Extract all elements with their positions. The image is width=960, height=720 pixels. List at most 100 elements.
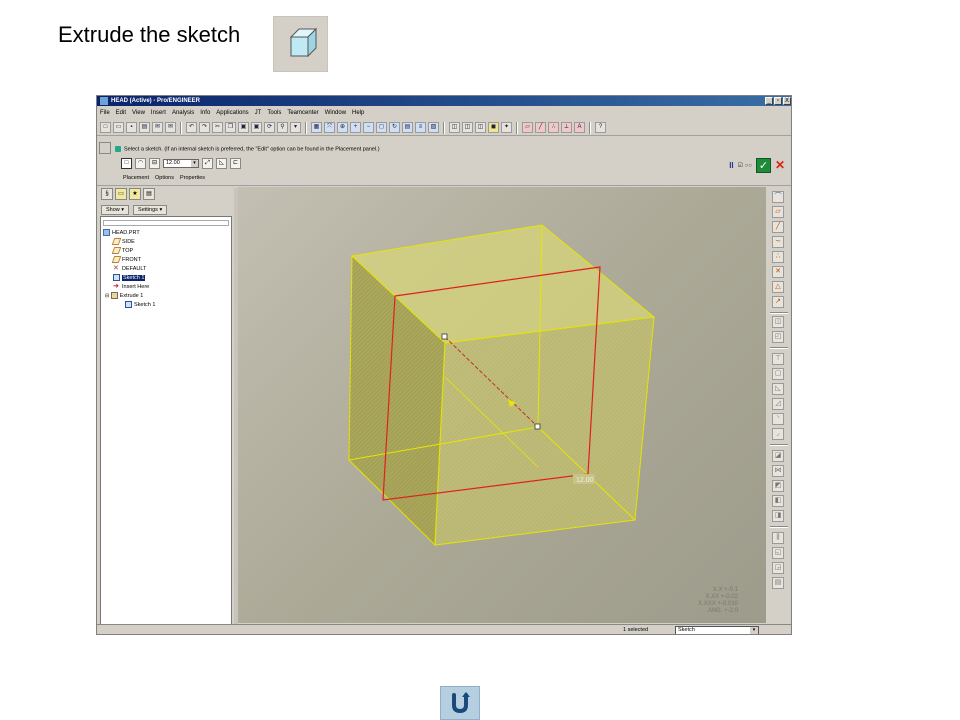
round-tool-icon[interactable]: ◝ <box>772 413 784 425</box>
select-filter-icon[interactable]: ▾ <box>290 122 301 133</box>
menu-teamcenter[interactable]: Teamcenter <box>287 110 318 116</box>
open-file-icon[interactable]: ▭ <box>113 122 124 133</box>
tree-item-extrude-1[interactable]: ⊟ Extrude 1 <box>103 292 229 301</box>
refit-icon[interactable]: ◻ <box>376 122 387 133</box>
tab-placement[interactable]: Placement <box>123 175 149 181</box>
thicken-sketch-icon[interactable]: ⊏ <box>230 158 241 169</box>
print-icon[interactable]: ▤ <box>139 122 150 133</box>
datum-csys-tool-icon[interactable]: ✕ <box>772 266 784 278</box>
model-tree-tab-icon[interactable]: § <box>101 188 113 200</box>
datum-offset-icon[interactable]: ↗ <box>772 296 784 308</box>
menu-jt[interactable]: JT <box>255 110 262 116</box>
draft-tool-icon[interactable]: ◿ <box>772 398 784 410</box>
thicken-icon[interactable]: ◱ <box>772 547 784 559</box>
preview-toggle-icon[interactable]: ☑ ○○ <box>738 162 752 169</box>
annotations-icon[interactable]: A <box>574 122 585 133</box>
layers-icon[interactable]: ≡ <box>415 122 426 133</box>
repaint-icon[interactable]: ▦ <box>311 122 322 133</box>
menu-edit[interactable]: Edit <box>116 110 126 116</box>
settings-menu-button[interactable]: Settings ▾ <box>133 205 168 215</box>
datum-planes-icon[interactable]: ▱ <box>522 122 533 133</box>
tree-item-head-prt[interactable]: HEAD.PRT <box>103 229 229 238</box>
extrude-solid-icon[interactable]: □ <box>121 158 132 169</box>
tree-item-side[interactable]: SIDE <box>103 238 229 247</box>
table-icon[interactable]: ▤ <box>772 577 784 589</box>
email-link-icon[interactable]: ✉ <box>165 122 176 133</box>
datum-analysis-icon[interactable]: △ <box>772 281 784 293</box>
menu-window[interactable]: Window <box>325 110 346 116</box>
menu-view[interactable]: View <box>132 110 145 116</box>
hole-tool-icon[interactable]: ⊤ <box>772 353 784 365</box>
pause-icon[interactable]: II <box>729 161 733 170</box>
sketch-tool-icon[interactable]: ⌒ <box>772 191 784 203</box>
chevron-down-icon[interactable]: ▾ <box>191 160 198 167</box>
tab-properties[interactable]: Properties <box>180 175 205 181</box>
email-icon[interactable]: ✉ <box>152 122 163 133</box>
depth-value-field[interactable]: 12.00 ▾ <box>163 159 199 168</box>
tree-item-default[interactable]: ✕ DEFAULT <box>103 265 229 274</box>
saved-views-icon[interactable]: ▤ <box>402 122 413 133</box>
depth-option-icon[interactable]: ⊟ <box>149 158 160 169</box>
enhanced-realism-icon[interactable]: ✦ <box>501 122 512 133</box>
reorient-icon[interactable]: ↻ <box>389 122 400 133</box>
datum-point-tool-icon[interactable]: ∴ <box>772 251 784 263</box>
dashboard-mode-icon[interactable] <box>99 142 111 154</box>
zoom-out-icon[interactable]: − <box>363 122 374 133</box>
accept-button[interactable]: ✓ <box>755 158 771 173</box>
paste-special-icon[interactable]: ▣ <box>251 122 262 133</box>
menu-info[interactable]: Info <box>200 110 210 116</box>
solidify-icon[interactable]: ◲ <box>772 562 784 574</box>
back-button[interactable] <box>440 686 480 720</box>
shell-tool-icon[interactable]: ▢ <box>772 368 784 380</box>
chamfer-tool-icon[interactable]: ◞ <box>772 428 784 440</box>
maximize-button[interactable]: ▫ <box>774 97 782 105</box>
hidden-line-icon[interactable]: ◫ <box>462 122 473 133</box>
save-icon[interactable]: ▪ <box>126 122 137 133</box>
datum-axes-icon[interactable]: ╱ <box>535 122 546 133</box>
datum-curve-tool-icon[interactable]: ∼ <box>772 236 784 248</box>
dimension-label[interactable]: 12.00 <box>576 477 594 484</box>
tree-item-insert-here[interactable]: ➔ Insert Here <box>103 283 229 292</box>
wireframe-icon[interactable]: ◫ <box>449 122 460 133</box>
cut-icon[interactable]: ✂ <box>212 122 223 133</box>
tree-item-extrude-sketch[interactable]: Sketch 1 <box>103 301 229 310</box>
datum-points-icon[interactable]: ∴ <box>548 122 559 133</box>
shading-icon[interactable]: ◼ <box>488 122 499 133</box>
graphics-window[interactable]: 12.00 X.X +-0.1 X.XX +-0.02 X.XXX +-0.01… <box>238 187 766 623</box>
chevron-down-icon[interactable]: ▾ <box>750 627 758 634</box>
no-hidden-icon[interactable]: ◫ <box>475 122 486 133</box>
menu-analysis[interactable]: Analysis <box>172 110 194 116</box>
paste-icon[interactable]: ▣ <box>238 122 249 133</box>
rib-tool-icon[interactable]: ◺ <box>772 383 784 395</box>
menu-tools[interactable]: Tools <box>267 110 281 116</box>
redo-icon[interactable]: ↷ <box>199 122 210 133</box>
pattern-icon[interactable]: ⫼ <box>772 532 784 544</box>
context-help-icon[interactable]: ? <box>595 122 606 133</box>
folder-browser-tab-icon[interactable]: ▭ <box>115 188 127 200</box>
zoom-in-icon[interactable]: + <box>350 122 361 133</box>
close-button[interactable]: X <box>783 97 791 105</box>
trim-icon[interactable]: ◧ <box>772 495 784 507</box>
menu-help[interactable]: Help <box>352 110 364 116</box>
favorites-tab-icon[interactable]: ★ <box>129 188 141 200</box>
history-tab-icon[interactable]: ▤ <box>143 188 155 200</box>
minimize-button[interactable]: _ <box>765 97 773 105</box>
regenerate-icon[interactable]: ⟳ <box>264 122 275 133</box>
coordinate-systems-icon[interactable]: ⟂ <box>561 122 572 133</box>
tab-options[interactable]: Options <box>155 175 174 181</box>
view-manager-icon[interactable]: ▧ <box>428 122 439 133</box>
tree-item-top[interactable]: TOP <box>103 247 229 256</box>
orient-icon[interactable]: ⊕ <box>337 122 348 133</box>
flip-direction-icon[interactable]: ⤢ <box>202 158 213 169</box>
offset-icon[interactable]: ◨ <box>772 510 784 522</box>
tree-item-front[interactable]: FRONT <box>103 256 229 265</box>
new-file-icon[interactable]: □ <box>100 122 111 133</box>
spin-center-icon[interactable]: ⤧ <box>324 122 335 133</box>
cancel-button[interactable]: ✕ <box>775 158 785 173</box>
collapse-icon[interactable]: ⊟ <box>105 293 109 299</box>
show-menu-button[interactable]: Show ▾ <box>101 205 130 215</box>
undo-icon[interactable]: ↶ <box>186 122 197 133</box>
find-icon[interactable]: ⚲ <box>277 122 288 133</box>
selection-filter-dropdown[interactable]: Sketch ▾ <box>675 626 759 634</box>
menu-file[interactable]: File <box>100 110 110 116</box>
